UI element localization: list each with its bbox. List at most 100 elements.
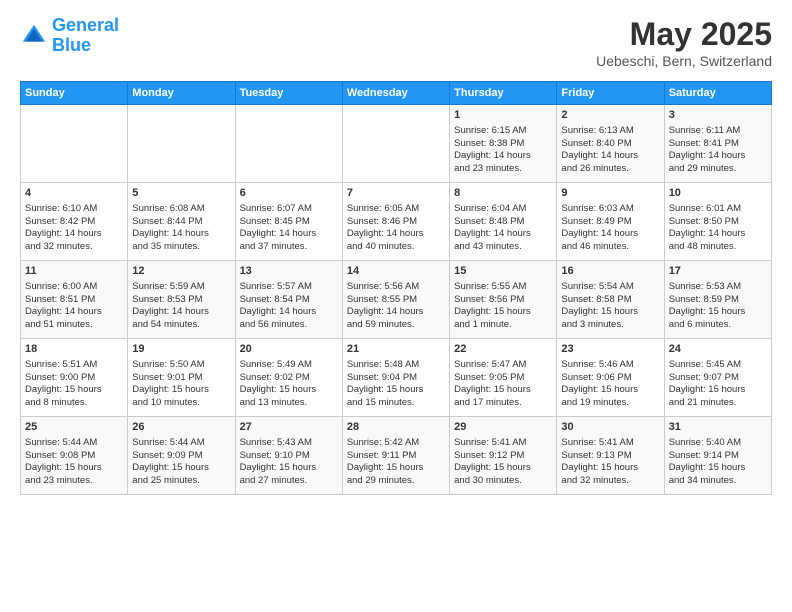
cell-text: Sunrise: 5:57 AM <box>240 281 338 294</box>
cell-text: and 32 minutes. <box>25 241 123 254</box>
cell-text: Sunset: 9:04 PM <box>347 372 445 385</box>
cell-text: Daylight: 15 hours <box>669 384 767 397</box>
cell-text: and 26 minutes. <box>561 163 659 176</box>
day-number: 12 <box>132 264 230 279</box>
cell-text: and 15 minutes. <box>347 397 445 410</box>
calendar-week-row-2: 4Sunrise: 6:10 AMSunset: 8:42 PMDaylight… <box>21 183 772 261</box>
cell-text: Sunset: 9:12 PM <box>454 450 552 463</box>
day-number: 2 <box>561 108 659 123</box>
cell-text: and 19 minutes. <box>561 397 659 410</box>
calendar-cell: 9Sunrise: 6:03 AMSunset: 8:49 PMDaylight… <box>557 183 664 261</box>
cell-text: and 23 minutes. <box>454 163 552 176</box>
cell-text: Daylight: 14 hours <box>454 150 552 163</box>
cell-text: Sunset: 8:48 PM <box>454 216 552 229</box>
cell-text: Sunrise: 6:07 AM <box>240 203 338 216</box>
cell-text: Sunset: 8:42 PM <box>25 216 123 229</box>
cell-text: Daylight: 15 hours <box>25 462 123 475</box>
cell-text: Daylight: 14 hours <box>25 228 123 241</box>
calendar-cell: 12Sunrise: 5:59 AMSunset: 8:53 PMDayligh… <box>128 261 235 339</box>
cell-text: Sunset: 9:14 PM <box>669 450 767 463</box>
calendar-cell: 13Sunrise: 5:57 AMSunset: 8:54 PMDayligh… <box>235 261 342 339</box>
calendar-cell: 18Sunrise: 5:51 AMSunset: 9:00 PMDayligh… <box>21 339 128 417</box>
calendar-cell: 2Sunrise: 6:13 AMSunset: 8:40 PMDaylight… <box>557 105 664 183</box>
cell-text: Daylight: 14 hours <box>347 228 445 241</box>
calendar-cell: 22Sunrise: 5:47 AMSunset: 9:05 PMDayligh… <box>450 339 557 417</box>
day-number: 27 <box>240 420 338 435</box>
day-number: 9 <box>561 186 659 201</box>
calendar-cell: 26Sunrise: 5:44 AMSunset: 9:09 PMDayligh… <box>128 417 235 495</box>
cell-text: Daylight: 14 hours <box>454 228 552 241</box>
cell-text: Daylight: 14 hours <box>25 306 123 319</box>
day-number: 15 <box>454 264 552 279</box>
day-number: 14 <box>347 264 445 279</box>
calendar-cell: 1Sunrise: 6:15 AMSunset: 8:38 PMDaylight… <box>450 105 557 183</box>
cell-text: Sunrise: 5:50 AM <box>132 359 230 372</box>
calendar-cell: 5Sunrise: 6:08 AMSunset: 8:44 PMDaylight… <box>128 183 235 261</box>
calendar-cell: 4Sunrise: 6:10 AMSunset: 8:42 PMDaylight… <box>21 183 128 261</box>
cell-text: Sunset: 9:08 PM <box>25 450 123 463</box>
cell-text: Sunset: 9:02 PM <box>240 372 338 385</box>
cell-text: Daylight: 14 hours <box>561 228 659 241</box>
cell-text: Daylight: 15 hours <box>25 384 123 397</box>
calendar-week-row-1: 1Sunrise: 6:15 AMSunset: 8:38 PMDaylight… <box>21 105 772 183</box>
cell-text: and 51 minutes. <box>25 319 123 332</box>
logo-line1: General <box>52 15 119 35</box>
calendar-cell: 28Sunrise: 5:42 AMSunset: 9:11 PMDayligh… <box>342 417 449 495</box>
calendar-cell: 10Sunrise: 6:01 AMSunset: 8:50 PMDayligh… <box>664 183 771 261</box>
cell-text: Sunset: 9:06 PM <box>561 372 659 385</box>
calendar-cell <box>128 105 235 183</box>
main-title: May 2025 <box>596 16 772 53</box>
cell-text: and 40 minutes. <box>347 241 445 254</box>
col-thursday: Thursday <box>450 82 557 105</box>
cell-text: Daylight: 15 hours <box>454 384 552 397</box>
col-saturday: Saturday <box>664 82 771 105</box>
day-number: 28 <box>347 420 445 435</box>
calendar-cell <box>235 105 342 183</box>
cell-text: Sunset: 8:40 PM <box>561 138 659 151</box>
cell-text: Sunset: 8:49 PM <box>561 216 659 229</box>
cell-text: and 34 minutes. <box>669 475 767 488</box>
cell-text: and 21 minutes. <box>669 397 767 410</box>
calendar-cell: 11Sunrise: 6:00 AMSunset: 8:51 PMDayligh… <box>21 261 128 339</box>
cell-text: Sunrise: 5:41 AM <box>561 437 659 450</box>
cell-text: Sunrise: 6:00 AM <box>25 281 123 294</box>
cell-text: Sunset: 9:11 PM <box>347 450 445 463</box>
logo-text: General Blue <box>52 16 119 56</box>
day-number: 8 <box>454 186 552 201</box>
cell-text: Sunrise: 5:46 AM <box>561 359 659 372</box>
calendar-cell <box>342 105 449 183</box>
calendar-week-row-4: 18Sunrise: 5:51 AMSunset: 9:00 PMDayligh… <box>21 339 772 417</box>
cell-text: Sunset: 8:38 PM <box>454 138 552 151</box>
day-number: 22 <box>454 342 552 357</box>
cell-text: Daylight: 14 hours <box>132 228 230 241</box>
cell-text: Sunset: 8:53 PM <box>132 294 230 307</box>
calendar-cell: 24Sunrise: 5:45 AMSunset: 9:07 PMDayligh… <box>664 339 771 417</box>
cell-text: and 30 minutes. <box>454 475 552 488</box>
calendar-week-row-3: 11Sunrise: 6:00 AMSunset: 8:51 PMDayligh… <box>21 261 772 339</box>
cell-text: Sunset: 9:07 PM <box>669 372 767 385</box>
calendar-table: Sunday Monday Tuesday Wednesday Thursday… <box>20 81 772 495</box>
cell-text: Daylight: 15 hours <box>561 462 659 475</box>
cell-text: and 23 minutes. <box>25 475 123 488</box>
day-number: 7 <box>347 186 445 201</box>
day-number: 30 <box>561 420 659 435</box>
title-block: May 2025 Uebeschi, Bern, Switzerland <box>596 16 772 69</box>
day-number: 4 <box>25 186 123 201</box>
calendar-cell: 21Sunrise: 5:48 AMSunset: 9:04 PMDayligh… <box>342 339 449 417</box>
cell-text: Sunset: 9:10 PM <box>240 450 338 463</box>
cell-text: Daylight: 15 hours <box>669 462 767 475</box>
cell-text: Daylight: 14 hours <box>132 306 230 319</box>
cell-text: Sunrise: 5:44 AM <box>132 437 230 450</box>
day-number: 1 <box>454 108 552 123</box>
cell-text: and 10 minutes. <box>132 397 230 410</box>
calendar-cell <box>21 105 128 183</box>
cell-text: Daylight: 15 hours <box>240 462 338 475</box>
cell-text: Sunrise: 6:04 AM <box>454 203 552 216</box>
calendar-cell: 20Sunrise: 5:49 AMSunset: 9:02 PMDayligh… <box>235 339 342 417</box>
cell-text: Sunrise: 5:55 AM <box>454 281 552 294</box>
calendar-cell: 3Sunrise: 6:11 AMSunset: 8:41 PMDaylight… <box>664 105 771 183</box>
calendar-cell: 16Sunrise: 5:54 AMSunset: 8:58 PMDayligh… <box>557 261 664 339</box>
cell-text: Sunset: 8:55 PM <box>347 294 445 307</box>
col-friday: Friday <box>557 82 664 105</box>
day-number: 24 <box>669 342 767 357</box>
